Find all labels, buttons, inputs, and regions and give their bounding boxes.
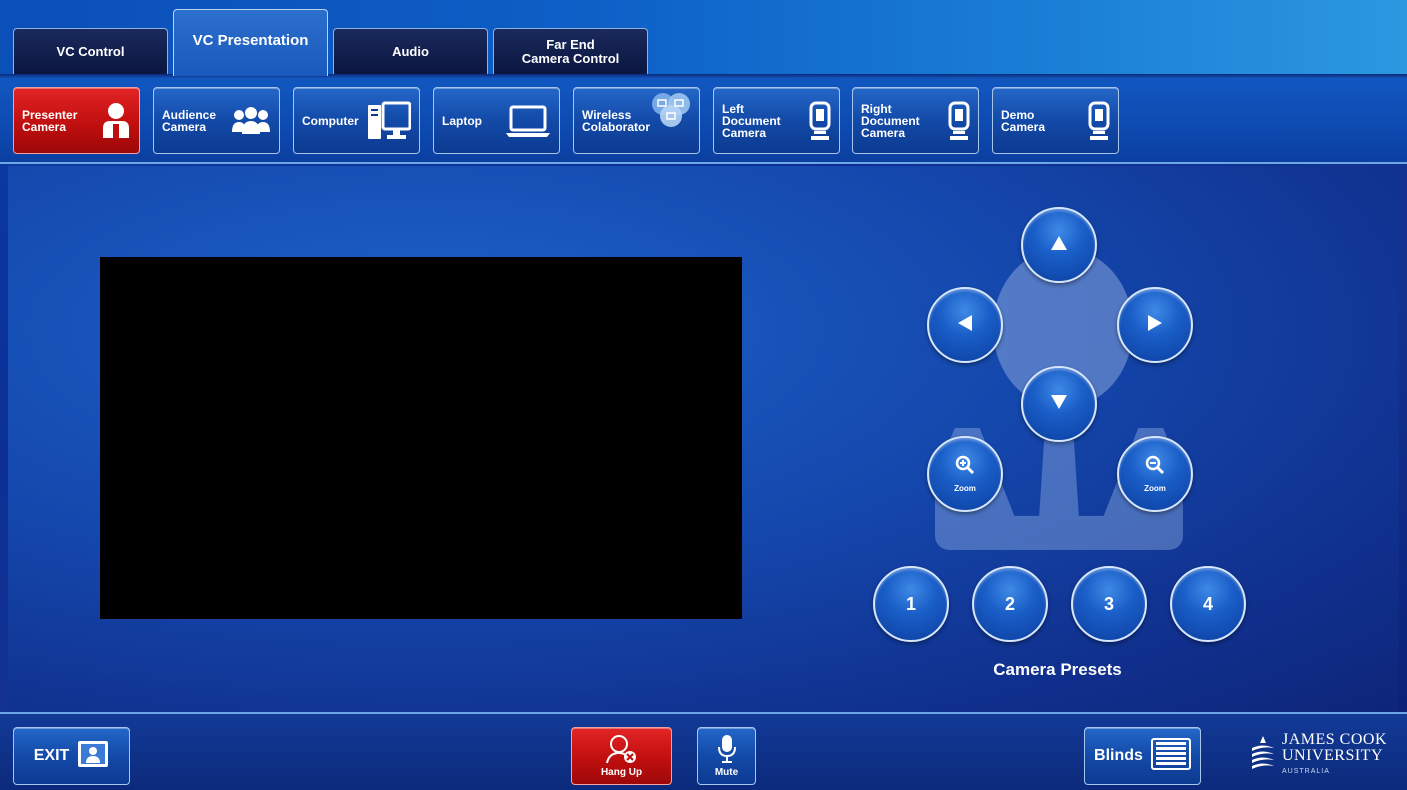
blinds-icon (1150, 737, 1191, 775)
source-label: Left Document Camera (722, 101, 781, 140)
camera-preset-2[interactable]: 2 (972, 566, 1048, 642)
source-label: Laptop (442, 113, 482, 128)
university-logo: JAMES COOK UNIVERSITY AUSTRALIA (1250, 728, 1396, 784)
logo-text: JAMES COOK UNIVERSITY AUSTRALIA (1282, 732, 1387, 780)
source-computer[interactable]: Computer (293, 87, 420, 154)
source-right-document-camera[interactable]: Right Document Camera (852, 87, 979, 154)
source-label: Presenter Camera (22, 107, 78, 134)
mute-label: Mute (714, 767, 739, 778)
zoom-out-button[interactable]: Zoom (1117, 436, 1193, 512)
preset-number: 4 (1202, 593, 1213, 614)
source-presenter-camera[interactable]: Presenter Camera (13, 87, 140, 154)
preset-number: 3 (1103, 593, 1114, 614)
mute-button[interactable]: Mute (697, 727, 756, 785)
camera-preset-4[interactable]: 4 (1170, 566, 1246, 642)
source-left-document-camera[interactable]: Left Document Camera (713, 87, 840, 154)
source-wireless-colaborator[interactable]: Wireless Colaborator (573, 87, 700, 154)
document-camera-icon (809, 101, 831, 141)
audience-icon (231, 106, 271, 136)
source-laptop[interactable]: Laptop (433, 87, 560, 154)
exit-button[interactable]: EXIT (13, 727, 130, 785)
exit-label: EXIT (33, 747, 70, 764)
tab-label: Far End Camera Control (521, 36, 620, 66)
arrow-up-icon (1050, 235, 1068, 256)
logo-line-2: UNIVERSITY (1282, 747, 1383, 764)
document-camera-icon (948, 101, 970, 141)
blinds-button[interactable]: Blinds (1084, 727, 1201, 785)
preset-number: 2 (1004, 593, 1015, 614)
hang-up-button[interactable]: Hang Up (571, 727, 672, 785)
zoom-in-button[interactable]: Zoom (927, 436, 1003, 512)
exit-icon (77, 740, 109, 773)
hang-up-icon (605, 734, 639, 767)
document-camera-icon (1088, 101, 1110, 141)
source-audience-camera[interactable]: Audience Camera (153, 87, 280, 154)
preset-number: 1 (905, 593, 916, 614)
pan-left-button[interactable] (927, 287, 1003, 363)
logo-line-3: AUSTRALIA (1282, 768, 1330, 775)
pan-up-button[interactable] (1021, 207, 1097, 283)
hang-up-label: Hang Up (600, 767, 643, 778)
laptop-icon (505, 104, 551, 138)
presenter-icon (101, 102, 131, 140)
tab-vc-presentation[interactable]: VC Presentation (173, 9, 328, 76)
microphone-icon (717, 734, 737, 767)
tab-label: VC Presentation (192, 32, 309, 49)
source-label: Right Document Camera (861, 101, 920, 140)
logo-emblem-icon (1250, 734, 1276, 779)
source-label: Wireless Colaborator (582, 107, 651, 134)
source-label: Demo Camera (1001, 107, 1046, 134)
pan-down-button[interactable] (1021, 366, 1097, 442)
zoom-in-label: Zoom (954, 484, 976, 493)
pan-right-button[interactable] (1117, 287, 1193, 363)
computer-icon (367, 101, 411, 141)
camera-presets-label: Camera Presets (993, 660, 1122, 679)
source-demo-camera[interactable]: Demo Camera (992, 87, 1119, 154)
blinds-label: Blinds (1094, 747, 1143, 764)
source-label: Audience Camera (162, 107, 217, 134)
zoom-in-icon (955, 455, 975, 480)
tab-label: VC Control (56, 43, 125, 59)
zoom-out-label: Zoom (1144, 484, 1166, 493)
tab-far-end-camera-control[interactable]: Far End Camera Control (493, 28, 648, 74)
camera-preset-1[interactable]: 1 (873, 566, 949, 642)
arrow-left-icon (957, 314, 973, 337)
video-preview (100, 257, 742, 619)
logo-line-1: JAMES COOK (1282, 731, 1388, 748)
wireless-icon (650, 92, 692, 128)
camera-preset-3[interactable]: 3 (1071, 566, 1147, 642)
arrow-down-icon (1050, 394, 1068, 415)
tab-vc-control[interactable]: VC Control (13, 28, 168, 74)
arrow-right-icon (1147, 314, 1163, 337)
zoom-out-icon (1145, 455, 1165, 480)
source-label: Computer (302, 113, 359, 128)
tab-label: Audio (392, 43, 429, 59)
tab-audio[interactable]: Audio (333, 28, 488, 74)
